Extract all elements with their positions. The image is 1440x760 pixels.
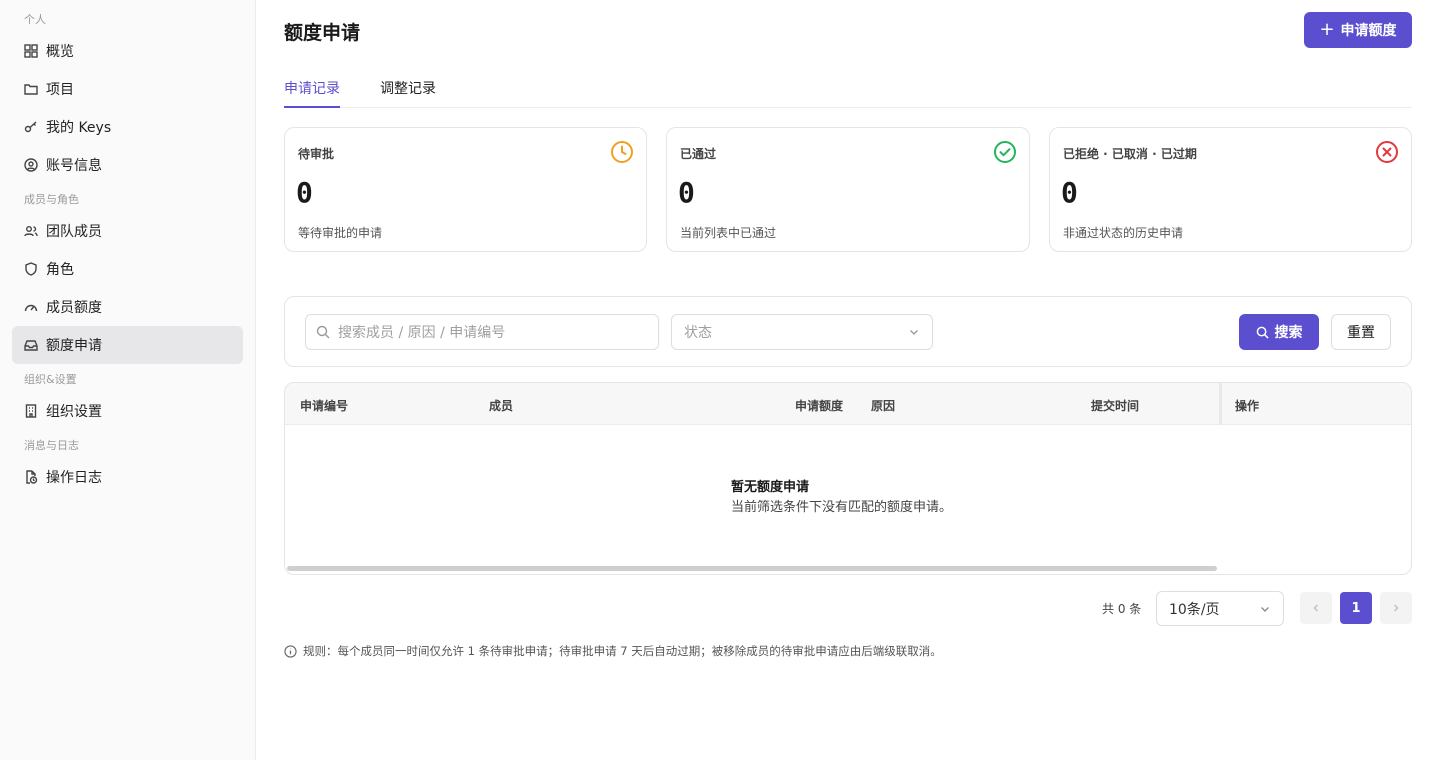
- search-placeholder: 搜索成员 / 原因 / 申请编号: [338, 325, 506, 341]
- sidebar-item-label: 我的 Keys: [46, 120, 112, 136]
- column-header-reason: 原因: [871, 399, 896, 413]
- search-input[interactable]: 搜索成员 / 原因 / 申请编号: [305, 314, 659, 350]
- card-label: 待审批: [298, 147, 335, 161]
- stat-card-rejected: 已拒绝 · 已取消 · 已过期 0 非通过状态的历史申请: [1049, 127, 1412, 252]
- building-icon: [24, 404, 38, 418]
- search-icon: [316, 325, 330, 339]
- card-value: 0: [1061, 176, 1078, 209]
- empty-state-subtitle: 当前筛选条件下没有匹配的额度申请。: [731, 500, 953, 515]
- sidebar-item-label: 角色: [46, 262, 74, 278]
- card-label: 已通过: [680, 147, 717, 161]
- status-placeholder: 状态: [684, 325, 712, 341]
- chevron-down-icon: [1261, 606, 1269, 612]
- page-title: 额度申请: [284, 22, 361, 44]
- card-label: 已拒绝 · 已取消 · 已过期: [1063, 147, 1197, 161]
- column-header-id: 申请编号: [300, 399, 349, 413]
- rule-text: 规则：每个成员同一时间仅允许 1 条待审批申请；待审批申请 7 天后自动过期；被…: [303, 644, 942, 658]
- search-button-label: 搜索: [1274, 325, 1303, 341]
- shield-icon: [24, 262, 38, 276]
- table-header: 申请编号 成员 申请额度 原因 提交时间 操作: [285, 383, 1411, 425]
- rule-note: 规则：每个成员同一时间仅允许 1 条待审批申请；待审批申请 7 天后自动过期；被…: [284, 643, 942, 659]
- sidebar-item-org-settings[interactable]: 组织设置: [12, 392, 243, 430]
- sidebar-item-overview[interactable]: 概览: [12, 32, 243, 70]
- check-circle-icon: [994, 141, 1016, 163]
- filter-bar: 搜索成员 / 原因 / 申请编号 状态 搜索 重置: [284, 296, 1412, 367]
- folder-icon: [24, 82, 38, 96]
- file-clock-icon: [24, 470, 38, 484]
- sidebar-item-label: 账号信息: [46, 158, 102, 174]
- search-icon: [1256, 326, 1269, 339]
- fixed-column-divider: [1219, 383, 1222, 425]
- sidebar-section-org: 组织&设置: [24, 373, 77, 386]
- sidebar-item-label: 项目: [46, 82, 74, 98]
- card-value: 0: [678, 176, 695, 209]
- column-header-amount: 申请额度: [795, 399, 844, 413]
- sidebar-section-logs: 消息与日志: [24, 439, 79, 452]
- card-subtitle: 当前列表中已通过: [680, 226, 777, 240]
- clock-icon: [611, 141, 633, 163]
- total-count: 共 0 条: [1102, 602, 1142, 616]
- info-icon: [284, 644, 297, 658]
- sidebar-item-label: 操作日志: [46, 470, 102, 486]
- prev-page-button[interactable]: [1300, 592, 1332, 624]
- gauge-icon: [24, 300, 38, 314]
- column-header-actions: 操作: [1235, 399, 1260, 413]
- chevron-right-icon: [1394, 604, 1399, 612]
- x-circle-icon: [1376, 141, 1398, 163]
- page-size-select[interactable]: 10条/页: [1156, 591, 1284, 626]
- card-subtitle: 非通过状态的历史申请: [1063, 226, 1184, 240]
- sidebar-section-members: 成员与角色: [24, 193, 79, 206]
- sidebar-item-label: 额度申请: [46, 338, 102, 354]
- sidebar-item-team-members[interactable]: 团队成员: [12, 212, 243, 250]
- status-select[interactable]: 状态: [671, 314, 933, 350]
- sidebar-item-projects[interactable]: 项目: [12, 70, 243, 108]
- sidebar-item-label: 成员额度: [46, 300, 102, 316]
- column-header-member: 成员: [489, 399, 514, 413]
- sidebar-item-roles[interactable]: 角色: [12, 250, 243, 288]
- user-circle-icon: [24, 158, 38, 172]
- horizontal-scrollbar[interactable]: [287, 566, 1217, 571]
- empty-state-title: 暂无额度申请: [731, 480, 810, 495]
- plus-icon: +: [1319, 19, 1335, 40]
- tab-adjust-records[interactable]: 调整记录: [380, 78, 436, 108]
- chevron-left-icon: [1313, 604, 1318, 612]
- sidebar-section-personal: 个人: [24, 13, 46, 26]
- sidebar-item-label: 组织设置: [46, 404, 102, 420]
- main-content: 额度申请 + 申请额度 申请记录 调整记录 待审批 0 等待审批的申请 已通过 …: [256, 0, 1440, 760]
- page-size-value: 10条/页: [1169, 601, 1220, 618]
- sidebar-item-my-keys[interactable]: 我的 Keys: [12, 108, 243, 146]
- key-icon: [24, 120, 38, 134]
- next-page-button[interactable]: [1380, 592, 1412, 624]
- tab-request-records[interactable]: 申请记录: [284, 78, 340, 108]
- search-button[interactable]: 搜索: [1239, 314, 1319, 350]
- users-icon: [24, 224, 38, 238]
- page-button-current[interactable]: 1: [1340, 592, 1372, 624]
- request-quota-label: 申请额度: [1340, 23, 1397, 39]
- sidebar: 个人 概览 项目 我的 Keys 账号信息 成员与角色 团队成员 角色 成员额度…: [0, 0, 256, 760]
- inbox-icon: [24, 338, 38, 352]
- sidebar-item-quota-requests[interactable]: 额度申请: [12, 326, 243, 364]
- stat-card-pending: 待审批 0 等待审批的申请: [284, 127, 647, 252]
- sidebar-item-account[interactable]: 账号信息: [12, 146, 243, 184]
- sidebar-item-label: 概览: [46, 44, 74, 60]
- sidebar-item-audit-log[interactable]: 操作日志: [12, 458, 243, 496]
- chevron-down-icon: [910, 330, 918, 335]
- tab-bar: 申请记录 调整记录: [284, 68, 1412, 108]
- column-header-submitted: 提交时间: [1091, 399, 1140, 413]
- card-value: 0: [296, 176, 313, 209]
- reset-button[interactable]: 重置: [1331, 314, 1391, 350]
- grid-icon: [24, 44, 38, 58]
- sidebar-item-label: 团队成员: [46, 224, 102, 240]
- requests-table: 申请编号 成员 申请额度 原因 提交时间 操作 暂无额度申请 当前筛选条件下没有…: [284, 382, 1412, 575]
- stat-card-approved: 已通过 0 当前列表中已通过: [666, 127, 1030, 252]
- card-subtitle: 等待审批的申请: [298, 226, 383, 240]
- request-quota-button[interactable]: + 申请额度: [1304, 12, 1412, 48]
- sidebar-item-member-quota[interactable]: 成员额度: [12, 288, 243, 326]
